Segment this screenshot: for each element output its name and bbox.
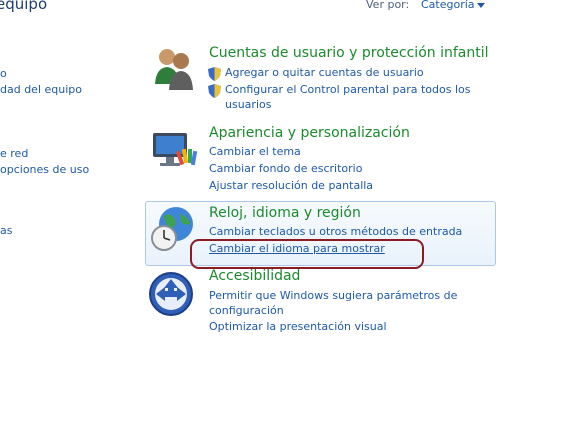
link-windows-suggest-settings-cont[interactable]: configuración xyxy=(209,304,284,317)
link-parental-control[interactable]: Configurar el Control parental para todo… xyxy=(225,83,470,96)
link-parental-control-cont[interactable]: usuarios xyxy=(225,98,271,111)
link-change-keyboards[interactable]: Cambiar teclados u otros métodos de entr… xyxy=(209,225,462,238)
link-change-theme[interactable]: Cambiar el tema xyxy=(209,145,301,158)
users-icon[interactable] xyxy=(150,44,198,92)
link-windows-suggest-settings[interactable]: Permitir que Windows sugiera parámetros … xyxy=(209,289,457,302)
uac-shield-icon xyxy=(208,83,221,98)
uac-shield-icon xyxy=(208,66,221,81)
accessibility-icon[interactable] xyxy=(148,270,196,318)
view-by-label: Ver por: xyxy=(366,0,410,11)
sidebar-item-5[interactable]: as xyxy=(0,224,12,237)
sidebar-item-1[interactable]: o xyxy=(0,67,7,80)
annotation-highlight xyxy=(190,239,424,269)
sidebar-item-4[interactable]: opciones de uso xyxy=(0,163,89,176)
category-title-appearance[interactable]: Apariencia y personalización xyxy=(209,125,410,141)
globe-clock-icon[interactable] xyxy=(148,204,196,252)
chevron-down-icon[interactable] xyxy=(477,3,485,8)
link-change-background[interactable]: Cambiar fondo de escritorio xyxy=(209,162,362,175)
category-title-clock[interactable]: Reloj, idioma y región xyxy=(209,205,361,221)
link-screen-resolution[interactable]: Ajustar resolución de pantalla xyxy=(209,179,373,192)
page-title: equipo xyxy=(0,0,48,13)
link-optimize-visual-display[interactable]: Optimizar la presentación visual xyxy=(209,320,387,333)
sidebar-item-3[interactable]: e red xyxy=(0,147,28,160)
view-by-dropdown[interactable]: Categoría xyxy=(421,0,475,11)
monitor-paint-icon[interactable] xyxy=(150,125,198,173)
category-title-accounts[interactable]: Cuentas de usuario y protección infantil xyxy=(209,45,489,61)
category-title-accessibility[interactable]: Accesibilidad xyxy=(209,268,300,284)
sidebar-item-2[interactable]: dad del equipo xyxy=(0,83,82,96)
link-add-remove-accounts[interactable]: Agregar o quitar cuentas de usuario xyxy=(225,66,424,79)
